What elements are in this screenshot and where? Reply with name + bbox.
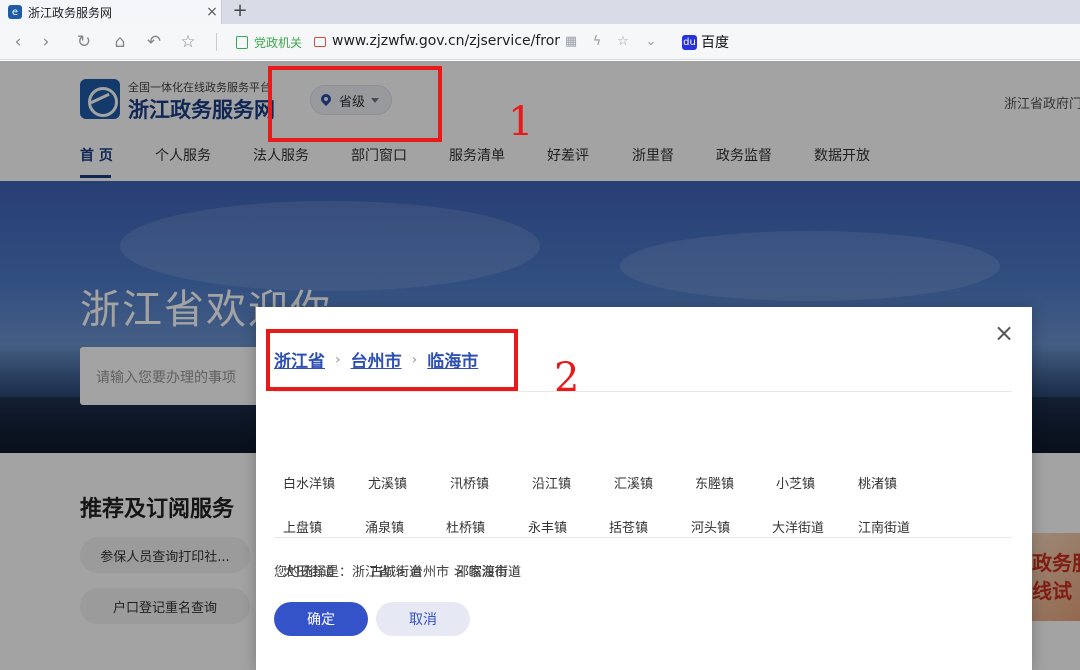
town-option[interactable]: 涌泉镇 <box>365 517 404 536</box>
town-option[interactable]: 东塍镇 <box>695 473 734 492</box>
web-page: 全国一体化在线政务服务平台 浙江政务服务网 省级 浙江省政府门 首 页 个人服务… <box>0 61 1080 670</box>
toolbar-divider <box>216 33 217 51</box>
town-option[interactable]: 杜桥镇 <box>446 517 485 536</box>
home-icon[interactable]: ⌂ <box>108 30 132 54</box>
region-picker-dialog: × 浙江省 › 台州市 › 临海市 2 白水洋镇 尤溪镇 汛桥镇 沿江镇 汇溪镇… <box>256 307 1032 670</box>
qr-icon[interactable]: ▦ <box>562 32 580 52</box>
tab-title: 浙江政务服务网 <box>28 5 113 20</box>
town-option[interactable]: 括苍镇 <box>609 517 648 536</box>
town-option[interactable]: 汇溪镇 <box>614 473 653 492</box>
new-tab-button[interactable]: + <box>228 0 252 24</box>
annotation-number-2: 2 <box>554 355 580 401</box>
browser-tabbar: e 浙江政务服务网 × + <box>0 0 1080 24</box>
search-engine-selector[interactable]: du 百度 <box>682 32 729 52</box>
forward-icon[interactable]: › <box>34 30 58 54</box>
site-favicon-icon: e <box>8 5 22 19</box>
security-shield-icon <box>236 36 248 49</box>
annotation-box-2 <box>266 329 518 391</box>
confirm-button[interactable]: 确定 <box>274 602 368 636</box>
cancel-button[interactable]: 取消 <box>376 602 470 636</box>
town-option[interactable]: 白水洋镇 <box>283 473 335 492</box>
town-option[interactable]: 小芝镇 <box>776 473 815 492</box>
town-option[interactable]: 桃渚镇 <box>858 473 897 492</box>
town-option[interactable]: 江南街道 <box>858 517 910 536</box>
address-bar[interactable]: www.zjzwfw.gov.cn/zjservice/fror <box>332 33 560 49</box>
town-option[interactable]: 河头镇 <box>691 517 730 536</box>
bolt-icon[interactable]: ϟ <box>588 32 606 52</box>
favorite-icon[interactable]: ☆ <box>176 30 200 54</box>
town-option[interactable]: 沿江镇 <box>532 473 571 492</box>
browser-tab[interactable]: e 浙江政务服务网 × <box>0 0 222 24</box>
tab-close-icon[interactable]: × <box>203 4 221 20</box>
refresh-icon[interactable]: ↻ <box>72 30 96 54</box>
divider <box>274 391 1012 392</box>
search-engine-label: 百度 <box>701 35 729 51</box>
security-label: 党政机关 <box>254 36 303 50</box>
back-icon[interactable]: ‹ <box>6 30 30 54</box>
divider <box>274 537 1012 538</box>
town-option[interactable]: 永丰镇 <box>528 517 567 536</box>
undo-icon[interactable]: ↶ <box>142 30 166 54</box>
certificate-icon[interactable] <box>314 37 326 47</box>
annotation-box-1 <box>268 66 442 142</box>
town-option[interactable]: 汛桥镇 <box>450 473 489 492</box>
close-icon[interactable]: × <box>994 321 1014 345</box>
browser-toolbar: ‹ › ↻ ⌂ ↶ ☆ 党政机关 www.zjzwfw.gov.cn/zjser… <box>0 24 1080 60</box>
town-option[interactable]: 尤溪镇 <box>368 473 407 492</box>
selection-summary: 您的选择是：浙江省 > 台州市 > 临海市 <box>274 565 508 580</box>
town-option[interactable]: 大洋街道 <box>772 517 824 536</box>
town-option[interactable]: 上盘镇 <box>283 517 322 536</box>
baidu-paw-icon: du <box>682 34 697 50</box>
dropdown-icon[interactable]: ⌄ <box>642 32 660 52</box>
star-icon[interactable]: ☆ <box>614 32 632 52</box>
annotation-number-1: 1 <box>508 99 534 145</box>
